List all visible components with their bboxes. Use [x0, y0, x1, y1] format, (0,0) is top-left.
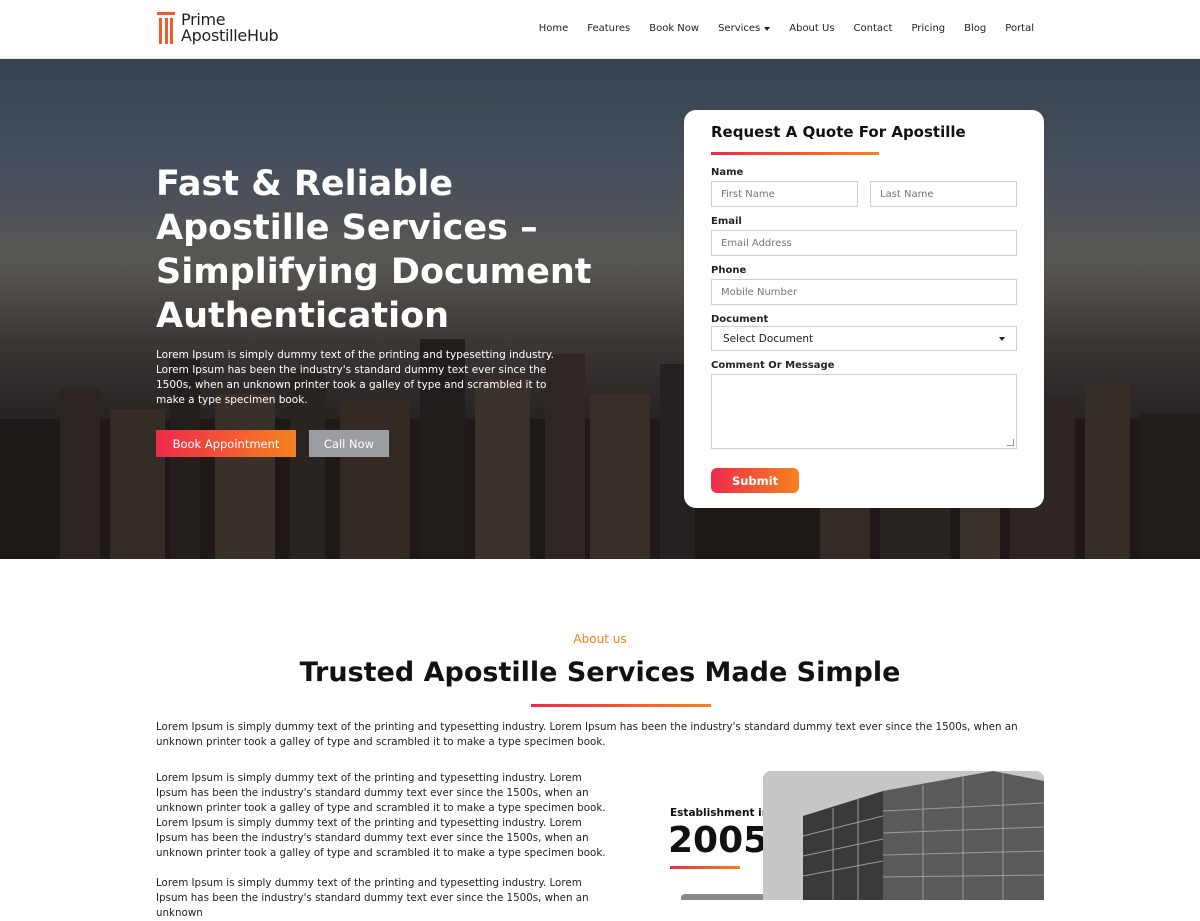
name-label: Name: [711, 167, 744, 178]
pillar-logo-icon: [157, 12, 175, 46]
phone-input[interactable]: [711, 279, 1017, 305]
nav-portal[interactable]: Portal: [1005, 23, 1034, 34]
book-appointment-button[interactable]: Book Appointment: [156, 430, 296, 457]
document-select-value: Select Document: [723, 332, 814, 345]
chevron-down-icon: [999, 336, 1005, 341]
establishment-year: 2005: [668, 820, 769, 861]
about-paragraph-1: Lorem Ipsum is simply dummy text of the …: [156, 772, 606, 859]
nav-services-label: Services: [718, 23, 761, 34]
nav-about-us[interactable]: About Us: [789, 23, 834, 34]
establishment-label: Establishment in: [670, 807, 770, 819]
about-kicker: About us: [573, 632, 627, 646]
nav-blog[interactable]: Blog: [964, 23, 986, 34]
hero-description: Lorem Ipsum is simply dummy text of the …: [156, 349, 554, 406]
about-intro: Lorem Ipsum is simply dummy text of the …: [156, 721, 1018, 748]
email-label: Email: [711, 216, 742, 227]
document-label: Document: [711, 314, 769, 325]
nav-features[interactable]: Features: [587, 23, 630, 34]
nav-home[interactable]: Home: [539, 23, 569, 34]
hero-section: Fast & Reliable Apostille Services – Sim…: [0, 59, 1200, 559]
about-title-underline: [531, 704, 711, 707]
brand-logo[interactable]: Prime ApostilleHub: [157, 12, 279, 46]
hero-title: Fast & Reliable Apostille Services – Sim…: [156, 164, 592, 336]
form-title-underline: [711, 152, 879, 155]
nav-book-now[interactable]: Book Now: [649, 23, 699, 34]
document-select[interactable]: Select Document: [711, 326, 1017, 351]
resize-handle-icon[interactable]: [1007, 439, 1014, 446]
nav-services[interactable]: Services: [718, 23, 771, 34]
about-title: Trusted Apostille Services Made Simple: [299, 657, 901, 688]
establishment-underline: [670, 866, 740, 869]
main-nav: Home Features Book Now Services About Us…: [539, 23, 1034, 34]
brand-name: Prime ApostilleHub: [181, 12, 279, 45]
building-photo: [763, 771, 1044, 900]
nav-contact[interactable]: Contact: [854, 23, 893, 34]
comment-label: Comment Or Message: [711, 360, 835, 371]
comment-textarea[interactable]: [711, 374, 1017, 449]
call-now-button[interactable]: Call Now: [309, 430, 389, 457]
form-title: Request A Quote For Apostille: [711, 123, 966, 141]
site-header: Prime ApostilleHub Home Features Book No…: [0, 0, 1200, 59]
quote-form-card: Request A Quote For Apostille Name Email…: [684, 110, 1044, 508]
about-paragraph-2: Lorem Ipsum is simply dummy text of the …: [156, 877, 589, 919]
brand-line-2: ApostilleHub: [181, 26, 279, 45]
email-input[interactable]: [711, 230, 1017, 256]
phone-label: Phone: [711, 265, 747, 276]
secondary-photo: [681, 894, 763, 900]
submit-button[interactable]: Submit: [711, 468, 799, 493]
last-name-input[interactable]: [870, 181, 1017, 207]
nav-pricing[interactable]: Pricing: [911, 23, 945, 34]
first-name-input[interactable]: [711, 181, 858, 207]
chevron-down-icon: [764, 26, 771, 31]
